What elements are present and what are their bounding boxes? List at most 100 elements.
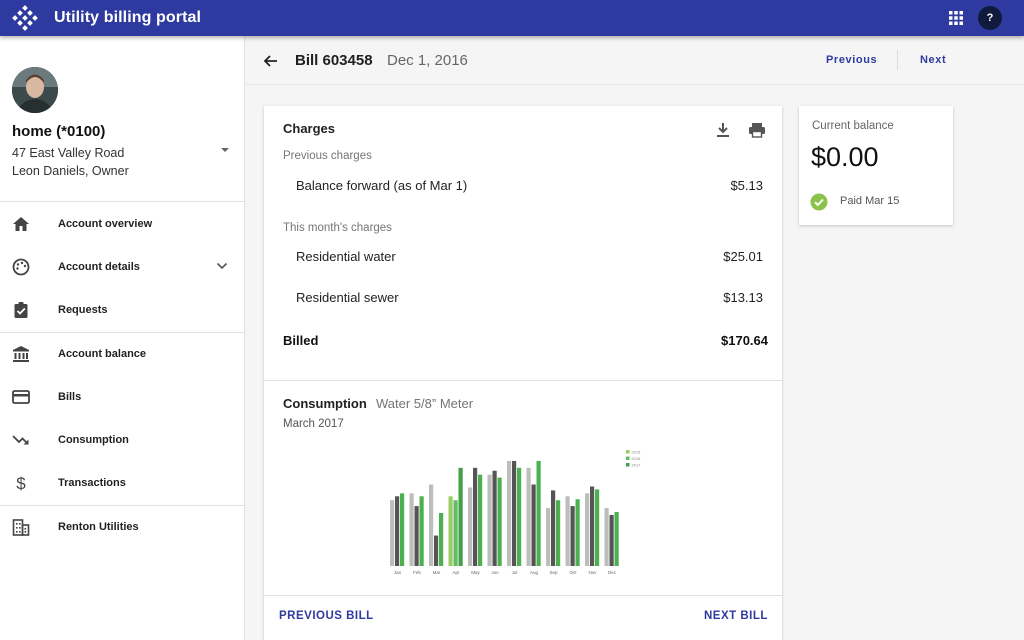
balance-card: Current balance $0.00 Paid Mar 15 (799, 106, 953, 225)
chart-bar-mar-2015 (429, 484, 434, 566)
charge-line-amount: $25.01 (723, 249, 763, 264)
chart-bar-apr-2015 (448, 496, 453, 566)
consumption-chart: Jan Feb Mar Apr May Jun Jul Aug Sep Oct Nov Dec 2015… (390, 449, 642, 575)
dollar-icon: $ (16, 474, 26, 492)
home-icon (13, 217, 29, 231)
consumption-meter: Water 5/8” Meter (376, 396, 474, 411)
chart-bar-sep-2016 (551, 490, 556, 566)
chart-bar-mar-2017 (439, 512, 444, 566)
chart-bar-jan-2015 (390, 500, 395, 566)
chart-bar-oct-2016 (570, 506, 575, 566)
header-divider (897, 50, 898, 70)
chevron-down-icon[interactable] (216, 262, 228, 270)
account-name: home (*0100) (12, 123, 106, 140)
sidebar-item-account-balance[interactable]: Account balance (0, 332, 244, 375)
chart-bar-jul-2017 (517, 467, 522, 566)
next-bill-button[interactable]: NEXT BILL (704, 610, 768, 622)
legend-label-2017: 2017 (632, 462, 642, 467)
sidebar-item-label: Requests (58, 303, 108, 316)
sidebar-item-label: Account balance (58, 347, 147, 360)
next-button[interactable]: Next (920, 54, 946, 66)
download-icon[interactable] (715, 122, 731, 138)
chart-bar-may-2017 (478, 474, 483, 566)
chart-bar-feb-2017 (419, 496, 424, 566)
chart-bar-oct-2015 (565, 496, 570, 566)
chart-tick-label: May (471, 570, 480, 575)
chart-bar-dec-2015 (604, 508, 609, 566)
chart-bar-aug-2015 (526, 467, 531, 566)
top-app-bar: Utility billing portal ? (0, 0, 1024, 36)
chart-tick-label: Mar (433, 570, 441, 575)
previous-charges-label: Previous charges (283, 150, 372, 162)
chart-bar-jan-2017 (400, 493, 405, 566)
help-icon[interactable]: ? (978, 6, 1002, 30)
chart-bar-jun-2015 (487, 474, 492, 566)
building-icon (12, 519, 30, 536)
check-circle-icon (810, 193, 828, 211)
avatar (12, 67, 58, 113)
chart-bar-aug-2017 (536, 460, 541, 566)
sidebar-divider (0, 548, 244, 549)
balance-amount: $0.00 (811, 142, 879, 172)
chart-tick-label: Oct (569, 570, 577, 575)
caret-down-icon[interactable] (219, 146, 231, 154)
sidebar-item-account-overview[interactable]: Account overview (0, 202, 244, 245)
sidebar-item-label: Transactions (58, 476, 126, 489)
app-logo-icon[interactable] (12, 5, 38, 31)
chart-bar-sep-2017 (556, 500, 561, 566)
account-address: 47 East Valley Road (12, 146, 125, 160)
sidebar: home (*0100) 47 East Valley Road Leon Da… (0, 36, 245, 640)
print-icon[interactable] (748, 122, 766, 138)
chart-bar-aug-2016 (531, 484, 536, 566)
chart-bar-feb-2016 (414, 506, 419, 566)
arrow-back-icon[interactable] (262, 53, 278, 69)
charge-line-label: Residential sewer (296, 290, 399, 305)
sidebar-item-requests[interactable]: Requests (0, 288, 244, 331)
chart-bar-dec-2016 (609, 514, 614, 566)
chart-bar-oct-2017 (575, 499, 580, 566)
charge-line-amount: $13.13 (723, 290, 763, 305)
chart-bar-jun-2017 (497, 477, 502, 566)
account-owner: Leon Daniels, Owner (12, 164, 129, 178)
app-title: Utility billing portal (54, 9, 202, 26)
page-header: Bill 603458 Dec 1, 2016 Previous Next (246, 36, 1024, 85)
card-divider (264, 380, 782, 381)
sidebar-item-consumption[interactable]: Consumption (0, 418, 244, 461)
consumption-period: March 2017 (283, 418, 344, 430)
billed-label: Billed (283, 333, 319, 348)
palette-icon (12, 258, 30, 276)
apps-grid-icon[interactable] (948, 10, 964, 26)
chart-tick-label: Jun (491, 570, 499, 575)
account-profile: home (*0100) 47 East Valley Road Leon Da… (0, 36, 244, 202)
legend-swatch-2017 (626, 463, 630, 467)
consumption-title: Consumption (283, 396, 367, 411)
legend-swatch-2016 (626, 456, 630, 460)
chart-tick-label: Feb (413, 570, 421, 575)
chart-bar-sep-2015 (546, 508, 551, 566)
card-divider (264, 595, 782, 596)
previous-button[interactable]: Previous (826, 54, 877, 66)
page-title: Bill 603458 (295, 52, 373, 69)
sidebar-item-bills[interactable]: Bills (0, 375, 244, 418)
chart-bar-may-2015 (468, 487, 473, 566)
chart-bar-nov-2015 (585, 493, 590, 566)
avatar-portrait-icon (12, 67, 58, 113)
chart-bar-mar-2016 (434, 535, 439, 566)
chart-tick-label: Apr (452, 570, 460, 575)
chart-bar-apr-2016 (453, 500, 458, 566)
chart-bar-may-2016 (473, 467, 478, 566)
chart-tick-label: Nov (588, 570, 597, 575)
balance-label: Current balance (812, 120, 894, 132)
previous-bill-button[interactable]: PREVIOUS BILL (279, 610, 374, 622)
sidebar-item-label: Consumption (58, 433, 129, 446)
charges-title: Charges (283, 121, 336, 136)
billed-amount: $170.64 (721, 333, 768, 348)
legend-label-2016: 2016 (632, 456, 642, 461)
chart-bar-apr-2017 (458, 467, 463, 566)
sidebar-item-account-details[interactable]: Account details (0, 245, 244, 288)
legend-label-2015: 2015 (632, 449, 642, 454)
sidebar-item-transactions[interactable]: $ Transactions (0, 461, 244, 504)
charge-line-amount: $5.13 (730, 178, 763, 193)
sidebar-item-renton-utilities[interactable]: Renton Utilities (0, 505, 244, 548)
sidebar-item-label: Bills (58, 390, 82, 403)
